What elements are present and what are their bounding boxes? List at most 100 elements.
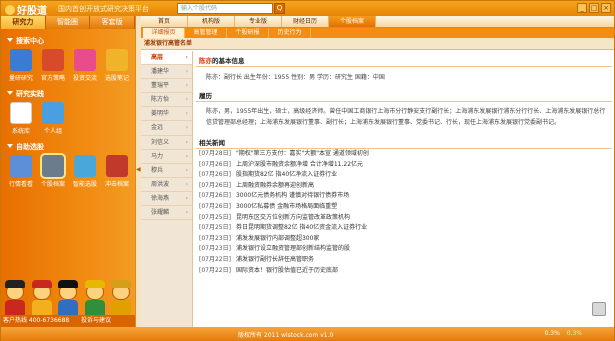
news-date: [07月26日] [199,160,231,168]
news-headline[interactable]: 昆明东区交方位创新方向监管改革政策机构 [236,214,350,221]
news-item[interactable]: [07月22日] 国际资本！银行股估值已近于历史底部 [196,266,612,277]
nav-tab-pro[interactable]: 专业版 [235,16,282,27]
left-panel: 研究力 智能圈 客套版 搜索中心 量研研究 官方策略 投资交流 选股笔记 研究实… [1,16,136,327]
news-item[interactable]: [07月25日] 昆明东区交方位创新方向监管改革政策机构 [196,213,612,224]
news-headline[interactable]: 3000亿私募债 金融市场格局面临重塑 [236,203,337,210]
executive-item[interactable]: 金远 › [141,121,192,136]
launcher-stock-profile[interactable]: 个股档案 [37,153,69,188]
news-item[interactable]: [07月25日] 券日昆明期货调整82亿 指40亿资金流入证券行业 [196,223,612,234]
left-tab-client[interactable]: 客套版 [90,16,136,29]
logo-icon [5,5,15,15]
news-date: [07月25日] [199,224,231,232]
nav-tab-home[interactable]: 首页 [141,16,188,27]
launcher-notes[interactable]: 选股笔记 [101,49,133,82]
news-headline[interactable]: "期权"第三方支付：嘉实"大额"本宣 通道领域初创 [236,150,369,157]
executive-item[interactable]: 周洪波 › [141,178,192,192]
launcher-smart-pick[interactable]: 智能选股 [69,155,101,188]
launcher-treasure[interactable]: 冲击档案 [101,155,133,188]
basic-info-heading: 陈亦的基本信息 [196,51,612,67]
title-bar: 好股道 国内首创开放式研究决策平台 输入个股代码 Q _ □ × [1,1,614,17]
launcher-research[interactable]: 量研研究 [5,49,37,82]
research-icon [10,49,32,71]
section-collapse-icon[interactable] [7,91,13,95]
treasure-icon [106,155,128,177]
news-headline[interactable]: 浦发银行副行长辞任高管职务 [236,256,314,263]
news-headline[interactable]: 3000亿元债务机构 谨慎对待银行债券市场 [236,192,349,199]
news-headline[interactable]: 浦发银行设立融资管理部创新结构监管的股 [236,245,350,252]
search-button[interactable]: Q [274,3,285,14]
executive-item[interactable]: 马力 › [141,150,192,164]
executive-item[interactable]: 徐海燕 › [141,192,192,207]
launcher-market[interactable]: 行情看看 [5,155,37,188]
executive-item[interactable]: 高层 › [141,51,192,66]
executive-item[interactable]: 姜明华 › [141,107,192,122]
left-footer: 客户热线 400-6736688 投诉与建议 [1,315,135,327]
launcher-strategy[interactable]: 官方策略 [37,49,69,82]
launcher-system-library[interactable]: 系统库 [5,102,37,135]
nav-tab-stock-profile[interactable]: 个股档案 [329,16,376,27]
news-headline[interactable]: 国际资本！银行股估值已近于历史底部 [236,267,338,274]
sub-tab-reports[interactable]: 个股研报 [227,28,269,38]
section-collapse-icon[interactable] [7,144,13,148]
close-button[interactable]: × [601,3,611,13]
collapse-arrow-icon[interactable]: ◀ [136,166,141,173]
section-search-center-items: 量研研究 官方策略 投资交流 选股笔记 [1,46,135,82]
news-date: [07月26日] [199,192,231,200]
news-headline[interactable]: 浦发发展银行内部调整超300家 [236,235,319,242]
news-heading: 相关新闻 [196,133,612,149]
executive-item[interactable]: 潘建华 › [141,65,192,80]
news-item[interactable]: [07月22日] 浦发银行副行长辞任高管职务 [196,255,612,266]
executive-item[interactable]: 陈方怡 › [141,93,192,108]
index-up[interactable]: 0.3% [545,330,560,337]
personal-group-icon [42,102,64,124]
news-item[interactable]: [07月26日] 上周融资融券余额再迎创新高 [196,181,612,192]
sub-tab-executives[interactable]: 高管管理 [185,28,227,38]
nav-tabs: 首页 机构版 专业版 财经日历 个股档案 [141,16,614,28]
app-logo[interactable]: 好股道 [5,2,47,17]
strategy-icon [42,49,64,71]
index-down[interactable]: 0.3% [567,330,582,337]
news-item[interactable]: [07月26日] 3000亿私募债 金融市场格局面临重塑 [196,202,612,213]
sub-tab-detail[interactable]: 详细报页 [143,28,185,38]
news-item[interactable]: [07月26日] 上周沪深股市融资余额净增 合计净增11.22亿元 [196,160,612,171]
nav-tab-calendar[interactable]: 财经日历 [282,16,329,27]
news-item[interactable]: [07月28日] "期权"第三方支付：嘉实"大额"本宣 通道领域初创 [196,149,612,160]
smart-pick-icon [74,155,96,177]
executive-item[interactable]: 刘信义 › [141,136,192,150]
index-tray: 0.3% 0.3% [540,330,582,337]
news-item[interactable]: [07月26日] 3000亿元债务机构 谨慎对待银行债券市场 [196,191,612,202]
left-tab-smart[interactable]: 智能圈 [45,16,91,29]
chevron-right-icon: › [185,82,188,90]
news-item[interactable]: [07月23日] 浦发银行设立融资管理部创新结构监管的股 [196,244,612,255]
minimize-button[interactable]: _ [577,3,587,13]
executive-item[interactable]: 穆兵 › [141,164,192,178]
news-date: [07月22日] [199,255,231,263]
app-slogan: 国内首创开放式研究决策平台 [58,5,149,13]
news-date: [07月28日] [199,150,231,157]
executive-item[interactable]: 张耀麟 › [141,206,192,221]
profile-content: 陈亦的基本信息 陈亦：副行长 出生年份：1955 性别：男 学历：研究生 国籍：… [196,51,612,327]
news-item[interactable]: [07月26日] 股指期货82亿 指40亿净流入证券行业 [196,170,612,181]
section-collapse-icon[interactable] [7,38,13,42]
left-tab-research[interactable]: 研究力 [1,16,46,29]
launcher-chat[interactable]: 投资交流 [69,49,101,82]
resume-heading: 履历 [196,86,612,102]
feedback-link[interactable]: 投诉与建议 [81,315,111,327]
maximize-button[interactable]: □ [589,3,599,13]
news-headline[interactable]: 上周沪深股市融资余额净增 合计净增11.22亿元 [236,161,363,168]
executive-item[interactable]: 董瑞平 › [141,79,192,94]
news-headline[interactable]: 上周融资融券余额再迎创新高 [236,182,314,189]
chevron-right-icon: › [185,209,188,217]
news-date: [07月22日] [199,266,231,274]
resize-grip-icon[interactable] [592,302,606,316]
sub-tabs: 详细报页 高管管理 个股研报 历史行为 [141,28,614,38]
launcher-personal-group[interactable]: 个人组 [37,102,69,135]
sub-tab-history[interactable]: 历史行为 [269,28,311,38]
news-headline[interactable]: 股指期货82亿 指40亿净流入证券行业 [236,171,337,178]
news-item[interactable]: [07月23日] 浦发发展银行内部调整超300家 [196,234,612,245]
news-headline[interactable]: 券日昆明期货调整82亿 指40亿资金流入证券行业 [236,224,367,231]
nav-tab-institution[interactable]: 机构版 [188,16,235,27]
page-title: 浦发银行高管名单 [141,38,614,50]
stock-search-input[interactable]: 输入个股代码 [177,3,273,14]
news-date: [07月26日] [199,202,231,210]
